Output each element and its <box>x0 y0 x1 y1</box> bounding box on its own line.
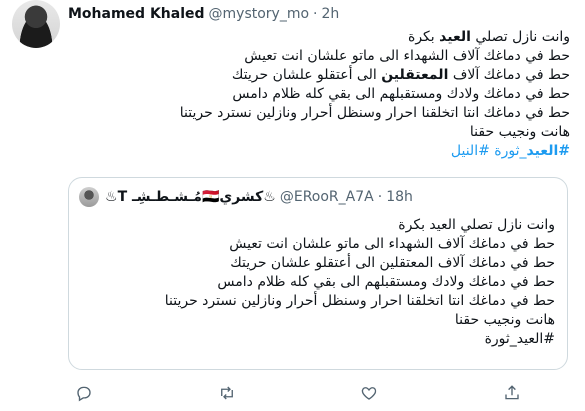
tweet-line: حط في دماغك ولادك ومستقبلهم الى بقي كله … <box>232 86 570 102</box>
author-handle[interactable]: @mystory_mo <box>209 6 310 22</box>
quote-time: 18h <box>386 189 413 205</box>
quote-line: حط في دماغك انتا اتخلقنا احرار وسنظل أحر… <box>164 293 555 309</box>
quote-line: حط في دماغك آلاف الشهداء الى ماتو علشان … <box>229 236 555 252</box>
quote-line: وانت نازل تصلي العيد بكرة <box>398 217 555 233</box>
reply-icon <box>77 386 91 402</box>
hashtag-link[interactable]: #العيد <box>527 143 571 159</box>
separator: · <box>313 6 318 22</box>
retweet-icon <box>220 386 233 400</box>
tweet-line: حط في دماغك آلاف المعتقلين الى أعتقلو عل… <box>231 67 570 83</box>
avatar[interactable] <box>12 0 60 48</box>
tweet[interactable]: Mohamed Khaled @mystory_mo · 2h وانت ناز… <box>0 0 585 411</box>
hashtag-link[interactable]: #النيل <box>451 143 490 159</box>
tweet-header: Mohamed Khaled @mystory_mo · 2h <box>68 4 339 24</box>
tweet-line: حط في دماغك انتا اتخلقنا احرار وسنظل أحر… <box>179 105 570 121</box>
tweet-line: وانت نازل تصلي العيد بكرة <box>408 29 570 45</box>
quoted-tweet[interactable]: ♨كشري🇪🇬مُـشـطـشِـ T♨ @ERooR_A7A · 18h وا… <box>68 177 568 370</box>
tweet-line: حط في دماغك آلاف الشهداء الى ماتو علشان … <box>244 48 570 64</box>
share-icon <box>505 385 519 400</box>
like-icon <box>362 387 377 400</box>
quote-text: وانت نازل تصلي العيد بكرة حط في دماغك آل… <box>85 216 555 349</box>
like-button[interactable] <box>353 378 385 408</box>
share-button[interactable] <box>496 378 528 408</box>
quote-avatar <box>79 187 99 207</box>
tweet-hashtags: #العيد_ثورة #النيل <box>70 142 570 161</box>
hashtag-link-rest[interactable]: _ثورة <box>494 143 526 159</box>
quote-handle: @ERooR_A7A <box>279 189 374 205</box>
retweet-button[interactable] <box>211 378 243 408</box>
tweet-line: هانت ونجيب حقنا <box>469 124 570 140</box>
author-name[interactable]: Mohamed Khaled <box>68 6 205 22</box>
quote-line: حط في دماغك ولادك ومستقبلهم الى بقي كله … <box>217 274 555 290</box>
quote-line: #العيد_ثورة <box>484 331 555 347</box>
quote-display-name: ♨كشري🇪🇬مُـشـطـشِـ T♨ <box>105 189 276 205</box>
separator: · <box>377 189 383 205</box>
quote-header: ♨كشري🇪🇬مُـشـطـشِـ T♨ @ERooR_A7A · 18h <box>79 187 413 207</box>
tweet-text: وانت نازل تصلي العيد بكرة حط في دماغك آل… <box>70 28 570 161</box>
quote-line: هانت ونجيب حقنا <box>454 312 555 328</box>
tweet-time[interactable]: 2h <box>322 6 340 22</box>
tweet-actions <box>68 378 568 408</box>
quote-line: حط في دماغك آلاف المعتقلين الى أعتقلو عل… <box>230 255 555 271</box>
reply-button[interactable] <box>68 378 100 408</box>
